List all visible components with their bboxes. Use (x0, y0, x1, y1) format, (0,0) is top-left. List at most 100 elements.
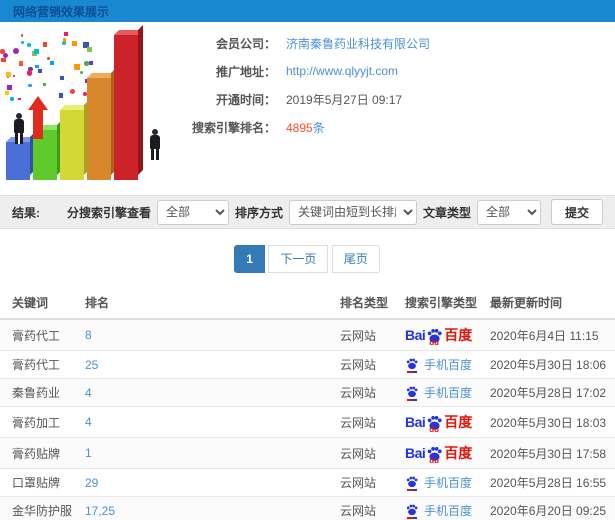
keyword-cell: 膏药代工 (0, 350, 73, 379)
table-row: 口罩贴牌 29 云网站 Bai du 百度 手机百度 2020年5月28日 16… (0, 468, 615, 497)
engine-cell: Bai du 百度 手机百度 (393, 468, 478, 497)
rank-unit[interactable]: 条 (313, 121, 325, 135)
table-row: 秦鲁药业 4 云网站 Bai du 百度 手机百度 2020年5月28日 17:… (0, 378, 615, 407)
promo-url-label: 推广地址： (215, 64, 276, 79)
keyword-cell: 膏药加工 (0, 406, 73, 438)
engine-rank-label: 搜索引擎排名： (191, 120, 276, 135)
keyword-cell: 膏药代工 (0, 318, 73, 351)
engine-filter-label: 分搜索引擎查看 (66, 205, 151, 220)
engine-rank-value: 4895条 (286, 119, 325, 136)
engine-cell: Bai du 百度 手机百度 (393, 437, 478, 469)
engine-cell: Bai du 百度 手机百度 (393, 378, 478, 407)
mobile-baidu-logo: 手机百度 (405, 384, 472, 401)
rank-type-cell: 云网站 (328, 437, 393, 469)
last-page-button[interactable]: 尾页 (331, 245, 380, 273)
table-row: 膏药加工 4 云网站 Bai du 百度 手机百度 2020年5月30日 18:… (0, 406, 615, 438)
engine-cell: Bai du 百度 手机百度 (393, 406, 478, 438)
col-keyword: 关键词 (0, 287, 73, 320)
baidu-pc-logo: Bai du 百度 (405, 325, 473, 347)
next-page-button[interactable]: 下一页 (268, 245, 329, 273)
baidu-logo-du-text: du (429, 455, 440, 465)
engine-cell: Bai du 百度 手机百度 (393, 496, 478, 520)
rank-cell: 29 (73, 468, 328, 497)
member-company-link[interactable]: 济南秦鲁药业科技有限公司 (286, 35, 430, 52)
rank-cell: 4 (73, 406, 328, 438)
mobile-baidu-label: 手机百度 (424, 476, 473, 490)
engine-cell: Bai du 百度 手机百度 (393, 318, 478, 351)
mobile-baidu-label: 手机百度 (424, 358, 473, 372)
rank-link[interactable]: 17,25 (85, 504, 115, 518)
rank-type-cell: 云网站 (328, 378, 393, 407)
updated-cell: 2020年5月28日 17:02 (478, 378, 615, 407)
table-header-row: 关键词 排名 排名类型 搜索引擎类型 最新更新时间 (0, 287, 615, 320)
submit-button[interactable]: 提交 (550, 199, 603, 225)
keyword-cell: 秦鲁药业 (0, 378, 73, 407)
rank-link[interactable]: 4 (85, 415, 92, 429)
promo-url-row: 推广地址： http://www.qlyyjt.com (178, 62, 615, 80)
baidu-logo-bai-text: Bai (405, 414, 426, 430)
mobile-baidu-paw-icon (405, 385, 419, 401)
page-1-button[interactable]: 1 (234, 245, 265, 273)
results-label: 结果: (12, 205, 40, 220)
updated-cell: 2020年5月30日 18:06 (478, 350, 615, 379)
rank-type-cell: 云网站 (328, 406, 393, 438)
engine-cell: Bai du 百度 手机百度 (393, 350, 478, 379)
table-row: 金华防护服 17,25 云网站 Bai du 百度 手机百度 2020年6月20… (0, 496, 615, 520)
rank-cell: 1 (73, 437, 328, 469)
rank-type-cell: 云网站 (328, 496, 393, 520)
mobile-baidu-logo: 手机百度 (405, 356, 472, 373)
up-arrow-icon (28, 96, 48, 142)
col-updated: 最新更新时间 (478, 287, 615, 320)
article-type-select[interactable]: 全部 (476, 199, 541, 225)
rank-cell: 4 (73, 378, 328, 407)
updated-cell: 2020年5月28日 16:55 (478, 468, 615, 497)
rank-type-cell: 云网站 (328, 318, 393, 351)
engine-filter-select[interactable]: 全部 (156, 199, 229, 225)
baidu-logo-cn-text: 百度 (444, 414, 473, 430)
baidu-logo-cn-text: 百度 (444, 445, 473, 461)
member-company-row: 会员公司： 济南秦鲁药业科技有限公司 (178, 34, 615, 52)
mobile-baidu-paw-icon (405, 475, 419, 491)
baidu-logo-cn-text: 百度 (444, 327, 473, 343)
table-row: 膏药贴牌 1 云网站 Bai du 百度 手机百度 2020年5月30日 17:… (0, 437, 615, 469)
window-title-bar: 网络营销效果展示 (0, 0, 615, 22)
chart-bar-4 (87, 78, 111, 180)
rank-type-cell: 云网站 (328, 350, 393, 379)
baidu-logo-du-text: du (429, 337, 440, 347)
member-company-label: 会员公司： (215, 36, 276, 51)
rank-link[interactable]: 1 (85, 446, 92, 460)
growth-chart-illustration (0, 30, 172, 190)
promo-url-link[interactable]: http://www.qlyyjt.com (286, 64, 398, 78)
baidu-paw-icon: du (426, 414, 443, 434)
keyword-cell: 膏药贴牌 (0, 437, 73, 469)
mobile-baidu-logo: 手机百度 (405, 474, 472, 491)
baidu-paw-icon: du (426, 327, 443, 347)
keyword-cell: 金华防护服 (0, 496, 73, 520)
filter-bar: 结果: 分搜索引擎查看 全部 排序方式 关键词由短到长排序 文章类型 全部 提交 (0, 195, 615, 229)
updated-cell: 2020年6月20日 09:25 (478, 496, 615, 520)
mobile-baidu-logo: 手机百度 (405, 502, 472, 519)
sort-select[interactable]: 关键词由短到长排序 (288, 199, 417, 225)
baidu-logo-du-text: du (429, 424, 440, 434)
engine-rank-row: 搜索引擎排名： 4895条 (178, 118, 615, 136)
rank-link[interactable]: 4 (85, 386, 92, 400)
baidu-logo-bai-text: Bai (405, 445, 426, 461)
open-time-row: 开通时间： 2019年5月27日 09:17 (178, 90, 615, 108)
rank-link[interactable]: 25 (85, 358, 98, 372)
filter-controls: 分搜索引擎查看 全部 排序方式 关键词由短到长排序 文章类型 全部 提交 (67, 199, 603, 225)
rank-link[interactable]: 8 (85, 328, 92, 342)
mobile-baidu-label: 手机百度 (424, 504, 473, 518)
rank-cell: 25 (73, 350, 328, 379)
rank-type-cell: 云网站 (328, 468, 393, 497)
mobile-baidu-label: 手机百度 (424, 386, 473, 400)
results-table: 关键词 排名 排名类型 搜索引擎类型 最新更新时间 膏药代工 8 云网站 Bai… (0, 287, 615, 520)
baidu-logo-bai-text: Bai (405, 327, 426, 343)
mobile-baidu-paw-icon (405, 503, 419, 519)
page-title: 网络营销效果展示 (13, 4, 110, 19)
col-engine-type: 搜索引擎类型 (393, 287, 478, 320)
col-rank: 排名 (73, 287, 328, 320)
baidu-paw-icon: du (426, 445, 443, 465)
rank-count: 4895 (286, 120, 313, 135)
rank-link[interactable]: 29 (85, 476, 98, 490)
sort-label: 排序方式 (234, 205, 283, 220)
